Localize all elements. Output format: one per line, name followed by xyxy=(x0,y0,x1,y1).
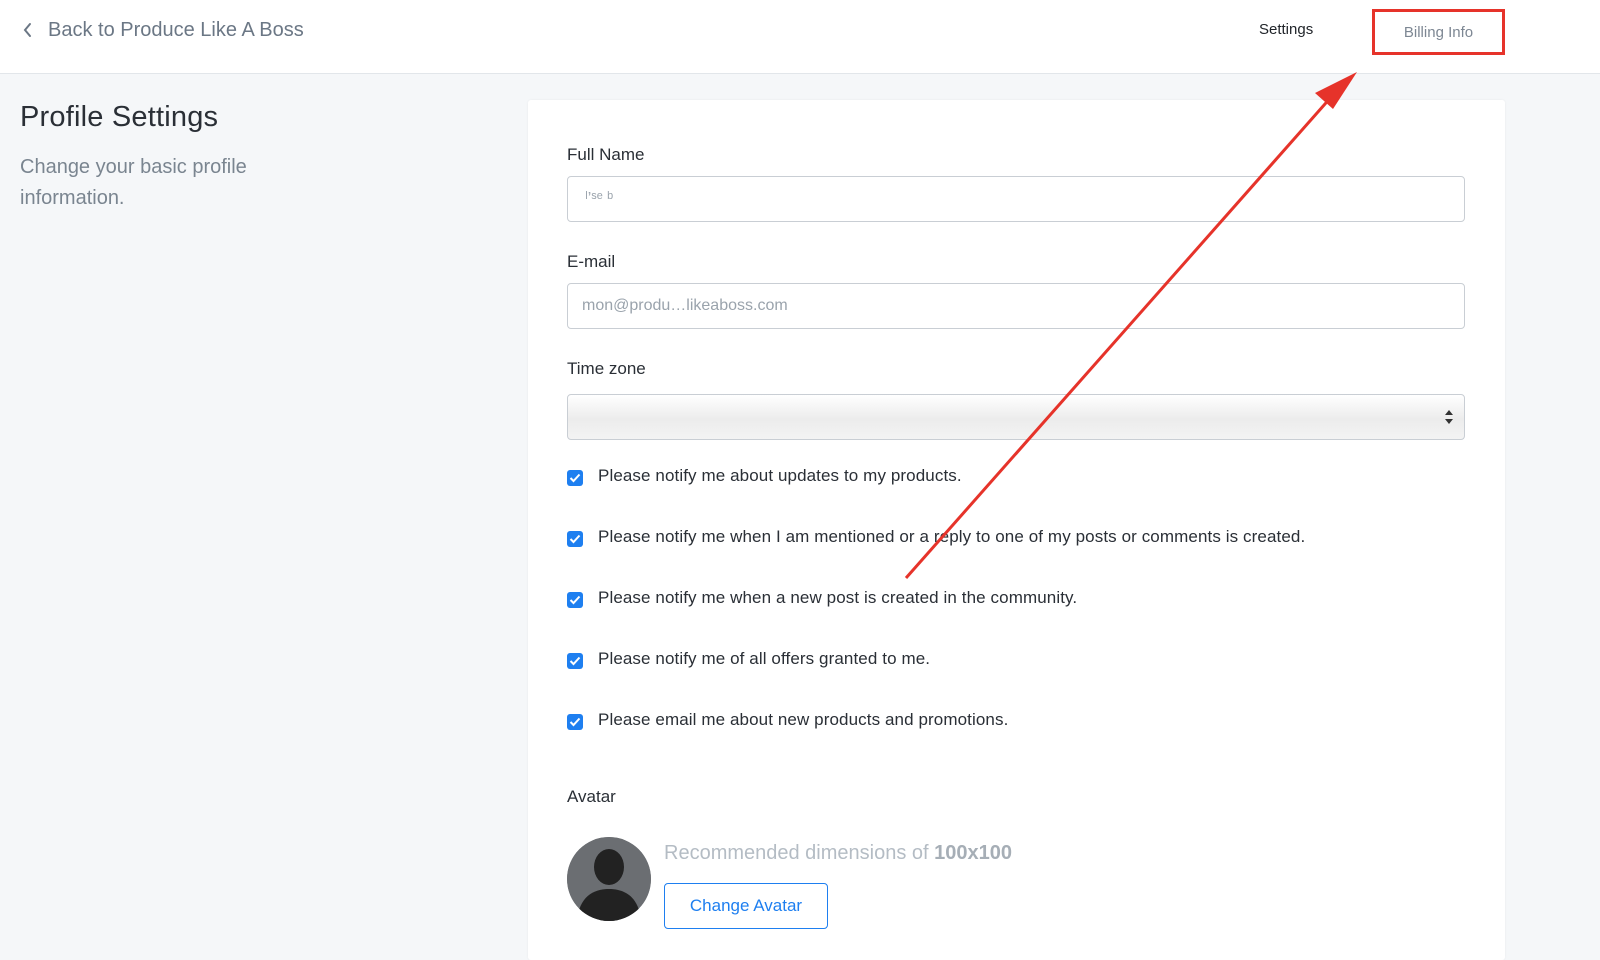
avatar-hint-text: Recommended dimensions of xyxy=(664,842,935,864)
full-name-label: Full Name xyxy=(567,145,645,164)
checkbox-row-new-posts[interactable]: Please notify me when a new post is crea… xyxy=(567,588,1077,608)
checkbox-label: Please notify me when a new post is crea… xyxy=(598,588,1078,607)
checkbox-mentions[interactable] xyxy=(567,530,583,547)
checkbox-row-offers[interactable]: Please notify me of all offers granted t… xyxy=(567,649,930,669)
change-avatar-button[interactable]: Change Avatar xyxy=(664,883,828,929)
nav-settings-link[interactable]: Settings xyxy=(1259,21,1313,38)
page-title: Profile Settings xyxy=(20,101,219,133)
check-icon xyxy=(569,534,581,543)
checkbox-row-promotions[interactable]: Please email me about new products and p… xyxy=(567,710,1008,730)
checkbox-offers[interactable] xyxy=(567,652,583,669)
avatar-label: Avatar xyxy=(567,787,616,806)
timezone-select[interactable] xyxy=(567,394,1465,440)
top-navbar: Back to Produce Like A Boss Settings Bil… xyxy=(0,0,1600,74)
check-icon xyxy=(569,595,581,604)
check-icon xyxy=(569,656,581,665)
nav-billing-info-link[interactable]: Billing Info xyxy=(1372,9,1505,55)
timezone-label: Time zone xyxy=(567,359,646,378)
check-icon xyxy=(569,473,581,482)
user-silhouette-icon xyxy=(567,837,651,921)
select-arrows-icon xyxy=(1445,410,1453,424)
check-icon xyxy=(569,717,581,726)
page-subtitle: Change your basic profile information. xyxy=(20,156,247,209)
avatar-hint: Recommended dimensions of 100x100 xyxy=(664,842,1012,865)
checkbox-label: Please email me about new products and p… xyxy=(598,710,1009,729)
back-link[interactable]: Back to Produce Like A Boss xyxy=(22,17,304,43)
avatar-hint-dimensions: 100x100 xyxy=(934,842,1013,864)
checkbox-row-product-updates[interactable]: Please notify me about updates to my pro… xyxy=(567,466,962,486)
full-name-input[interactable] xyxy=(567,176,1465,222)
checkbox-label: Please notify me when I am mentioned or … xyxy=(598,527,1306,546)
nav-billing-info-label: Billing Info xyxy=(1403,23,1474,41)
chevron-left-icon xyxy=(23,23,31,37)
settings-sidebar: Profile Settings Change your basic profi… xyxy=(20,101,320,214)
checkbox-row-mentions[interactable]: Please notify me when I am mentioned or … xyxy=(567,527,1305,547)
checkbox-label: Please notify me about updates to my pro… xyxy=(598,466,962,485)
email-input[interactable] xyxy=(567,283,1465,329)
checkbox-new-posts[interactable] xyxy=(567,591,583,608)
back-link-label: Back to Produce Like A Boss xyxy=(48,18,304,41)
checkbox-label: Please notify me of all offers granted t… xyxy=(598,649,931,668)
profile-form-card: Full Name E-mail Time zone Please notify… xyxy=(528,100,1505,960)
email-label: E-mail xyxy=(567,252,616,271)
checkbox-promotions[interactable] xyxy=(567,713,583,730)
avatar xyxy=(567,837,651,921)
checkbox-product-updates[interactable] xyxy=(567,469,583,486)
